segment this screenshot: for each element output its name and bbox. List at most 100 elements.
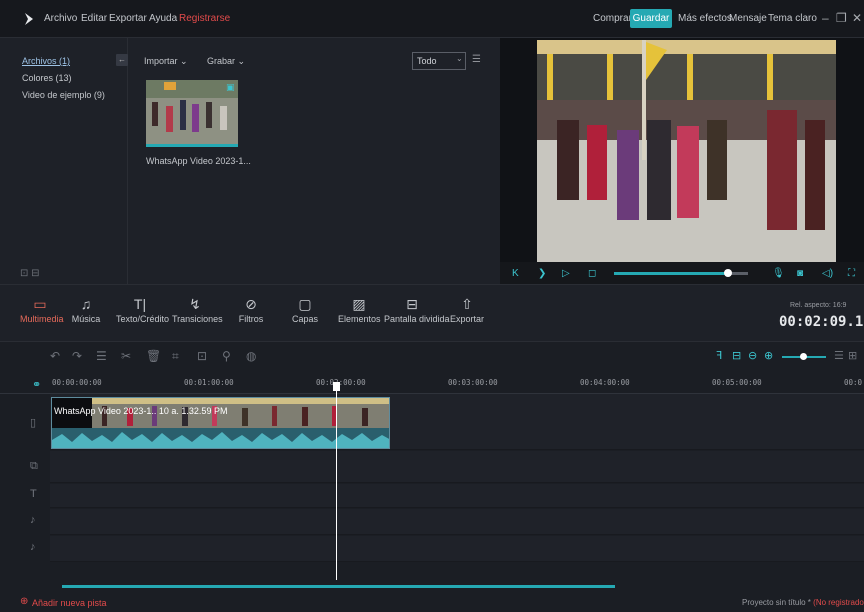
tool-label: Multimedia <box>20 314 64 324</box>
text-icon: T| <box>133 296 147 312</box>
tree-item-files[interactable]: Archivos (1) <box>22 56 70 66</box>
audio-mix-icon[interactable]: ꟻ <box>716 349 722 362</box>
ruler-tick: 00:04:00:00 <box>580 378 630 387</box>
step-back-icon[interactable]: ❯ <box>538 268 546 279</box>
redo-icon[interactable]: ↷ <box>72 349 82 363</box>
split-screen-icon: ⊟ <box>406 296 418 312</box>
video-type-icon: ▣ <box>226 82 235 92</box>
play-icon[interactable]: ▷ <box>562 268 570 279</box>
snapshot-icon[interactable]: ◙ <box>797 268 803 279</box>
cut-icon[interactable]: ✂ <box>121 349 131 363</box>
tool-label: Elementos <box>338 314 381 324</box>
restore-icon[interactable]: ❐ <box>836 11 847 25</box>
theme-link[interactable]: Tema claro <box>768 13 817 24</box>
record-dropdown[interactable]: Grabar ⌄ <box>207 56 245 67</box>
overlay-icon: ▢ <box>298 296 312 312</box>
marker-icon[interactable]: ⚲ <box>222 349 231 363</box>
crop-icon[interactable]: ⌗ <box>172 349 179 364</box>
menu-file[interactable]: Archivo <box>44 13 77 24</box>
tool-filters[interactable]: ⊘ Filtros <box>234 296 268 324</box>
close-icon[interactable]: ✕ <box>852 11 862 25</box>
preview-progress-handle[interactable] <box>724 269 732 277</box>
chevron-down-icon: ⌄ <box>180 56 188 66</box>
music-track-2[interactable] <box>50 536 864 562</box>
export-icon: ⇧ <box>461 296 473 312</box>
zoom-fit-icon[interactable]: ⊡ <box>197 349 207 363</box>
folder-icon: ▭ <box>33 296 47 312</box>
preview-progress-bar[interactable] <box>614 272 728 275</box>
zoom-in-icon[interactable]: ⊕ <box>764 349 773 362</box>
chevron-down-icon[interactable]: ⌄ <box>456 54 463 63</box>
zoom-out-icon[interactable]: ⊖ <box>748 349 757 362</box>
stop-icon[interactable]: ◻ <box>588 268 596 279</box>
volume-icon[interactable]: ◁) <box>822 268 833 279</box>
project-name: Proyecto sin título * (No registrado) <box>742 598 864 607</box>
tool-export[interactable]: ⇧ Exportar <box>450 296 484 324</box>
tool-transitions[interactable]: ↯ Transiciones <box>172 296 223 324</box>
overlay-track-icon: ⧉ <box>30 460 38 472</box>
delete-icon[interactable]: 🗑 <box>146 349 161 363</box>
filter-icon: ⊘ <box>245 296 257 312</box>
menu-edit[interactable]: Editar <box>81 13 107 24</box>
text-track-icon: T <box>30 488 37 500</box>
tool-music[interactable]: ♫ Música <box>70 296 102 324</box>
zoom-slider-handle[interactable] <box>800 353 807 360</box>
tree-item-sample-video[interactable]: Video de ejemplo (9) <box>22 90 105 100</box>
color-icon[interactable]: ◍ <box>246 349 256 363</box>
menu-register[interactable]: Registrarse <box>179 13 230 24</box>
video-track-icon: ▯ <box>30 417 37 429</box>
grid-icon[interactable]: ⊞ <box>848 349 857 362</box>
chevron-down-icon: ⌄ <box>237 56 246 66</box>
tool-label: Exportar <box>450 314 485 324</box>
list-view-icon[interactable]: ☰ <box>472 54 481 65</box>
link-icon[interactable]: ⚭ <box>32 378 41 391</box>
music-icon: ♫ <box>80 296 92 312</box>
overlay-track[interactable] <box>50 451 864 483</box>
tool-label: Filtros <box>238 314 264 324</box>
app-logo-icon[interactable] <box>22 12 36 26</box>
unregistered-label: (No registrado) <box>813 598 864 607</box>
media-thumbnail[interactable] <box>146 80 238 147</box>
tree-item-colors[interactable]: Colores (13) <box>22 73 72 83</box>
tool-split-screen[interactable]: ⊟ Pantalla dividida <box>384 296 450 324</box>
media-item-name: WhatsApp Video 2023-1... <box>146 156 251 166</box>
playhead-handle[interactable] <box>333 382 340 391</box>
tool-media[interactable]: ▭ Multimedia <box>20 296 64 324</box>
aspect-ratio-label[interactable]: Rel. aspecto: 16:9 <box>790 302 846 309</box>
minimize-icon[interactable]: – <box>822 11 829 25</box>
adjust-icon[interactable]: ☰ <box>96 349 107 363</box>
message-link[interactable]: Mensaje <box>729 13 767 24</box>
transition-icon: ↯ <box>189 296 201 312</box>
add-track-icon[interactable]: ⊕ <box>20 596 28 607</box>
collapse-panel-button[interactable]: ← <box>116 54 128 66</box>
add-track-link[interactable]: Añadir nueva pista <box>32 598 107 608</box>
ruler-tick: 00:05:00:00 <box>712 378 762 387</box>
fullscreen-icon[interactable]: ⛶ <box>848 268 855 279</box>
tool-label: Texto/Crédito <box>116 314 170 324</box>
skip-back-icon[interactable]: K <box>512 268 519 279</box>
menu-export[interactable]: Exportar <box>109 13 147 24</box>
more-effects-link[interactable]: Más efectos <box>678 13 732 24</box>
track-list-icon[interactable]: ☰ <box>834 349 844 362</box>
timeline-scrollbar[interactable] <box>62 585 615 588</box>
save-button[interactable]: Guardar <box>630 9 672 28</box>
tool-text[interactable]: T| Texto/Crédito <box>116 296 169 324</box>
ruler-tick: 00:00:00:00 <box>52 378 102 387</box>
preview-video <box>537 40 836 262</box>
tool-overlays[interactable]: ▢ Capas <box>290 296 320 324</box>
ruler-tick: 00:0 <box>844 378 863 387</box>
buy-link[interactable]: Comprar <box>593 13 632 24</box>
playhead[interactable] <box>336 384 337 580</box>
menu-help[interactable]: Ayuda <box>149 13 177 24</box>
fit-timeline-icon[interactable]: ⊟ <box>732 349 741 362</box>
import-dropdown[interactable]: Importar ⌄ <box>144 56 188 67</box>
microphone-icon[interactable]: 🎙 <box>772 268 785 279</box>
new-folder-icon[interactable]: ⊡ ⊟ <box>20 268 40 279</box>
undo-icon[interactable]: ↶ <box>50 349 60 363</box>
tool-elements[interactable]: ▨ Elementos <box>338 296 381 324</box>
music-track-1[interactable] <box>50 509 864 535</box>
project-title: Proyecto sin título * <box>742 598 814 607</box>
video-clip[interactable] <box>51 397 390 449</box>
music-track-icon: ♪ <box>30 514 36 526</box>
text-track[interactable] <box>50 484 864 508</box>
